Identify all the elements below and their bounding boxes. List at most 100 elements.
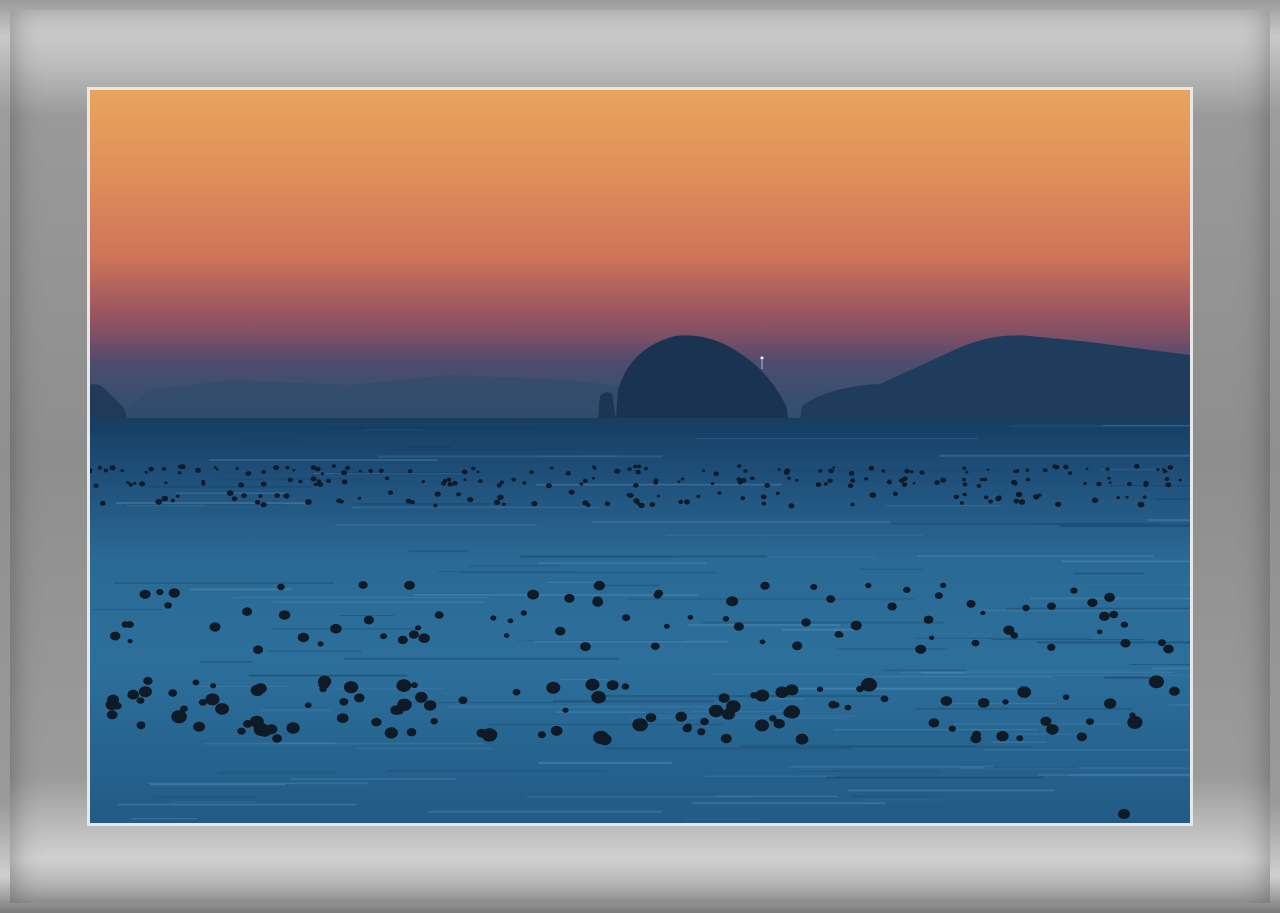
buoy bbox=[103, 468, 109, 473]
ripple bbox=[535, 483, 782, 486]
buoy bbox=[259, 726, 271, 737]
buoy bbox=[940, 477, 947, 483]
buoy bbox=[962, 477, 966, 482]
buoy bbox=[336, 498, 342, 504]
buoy bbox=[106, 710, 118, 720]
ripple bbox=[992, 741, 1047, 743]
buoy bbox=[1076, 732, 1087, 742]
ripple bbox=[1155, 498, 1190, 500]
buoy bbox=[934, 592, 943, 599]
buoy bbox=[737, 464, 742, 468]
ripple bbox=[248, 674, 408, 677]
buoy bbox=[537, 731, 546, 739]
buoy bbox=[1127, 481, 1132, 486]
buoy bbox=[1099, 611, 1110, 621]
ripple bbox=[885, 505, 1001, 507]
buoy bbox=[405, 498, 412, 504]
buoy bbox=[1165, 482, 1172, 488]
buoy bbox=[633, 464, 638, 469]
buoy bbox=[959, 501, 964, 505]
ripple bbox=[387, 770, 607, 772]
ripple bbox=[1151, 667, 1190, 670]
ripple bbox=[113, 581, 334, 584]
ripple bbox=[537, 562, 707, 564]
buoy bbox=[125, 621, 134, 628]
buoy bbox=[965, 470, 969, 474]
buoy bbox=[1143, 483, 1148, 488]
buoy bbox=[850, 478, 856, 483]
buoy bbox=[136, 721, 146, 730]
buoy bbox=[358, 581, 368, 589]
buoy bbox=[1067, 471, 1073, 475]
ripple bbox=[938, 702, 1057, 704]
buoy bbox=[1085, 467, 1089, 471]
ripple bbox=[826, 776, 1044, 779]
buoy bbox=[99, 500, 106, 506]
buoy bbox=[633, 483, 639, 488]
buoy bbox=[433, 503, 438, 508]
buoy bbox=[317, 641, 324, 647]
buoy bbox=[384, 727, 398, 739]
buoy bbox=[721, 708, 736, 720]
buoy bbox=[593, 580, 605, 591]
buoy bbox=[358, 469, 362, 473]
buoy bbox=[254, 683, 267, 694]
buoy bbox=[828, 468, 834, 474]
buoy bbox=[929, 635, 935, 640]
buoy bbox=[1013, 469, 1017, 473]
buoy bbox=[292, 469, 296, 472]
buoy bbox=[1105, 467, 1110, 471]
buoy bbox=[298, 479, 303, 484]
buoy bbox=[388, 490, 393, 495]
buoy bbox=[680, 477, 685, 481]
buoy bbox=[627, 467, 632, 471]
ripple bbox=[436, 571, 578, 572]
ripple bbox=[850, 795, 929, 797]
buoy bbox=[1129, 712, 1136, 718]
buoy bbox=[1070, 587, 1078, 594]
buoy bbox=[93, 483, 99, 488]
buoy bbox=[979, 477, 984, 482]
buoy bbox=[1178, 478, 1182, 482]
buoy bbox=[1137, 501, 1145, 508]
buoy bbox=[593, 730, 609, 745]
buoy bbox=[1040, 716, 1052, 726]
buoy bbox=[912, 482, 916, 485]
buoy bbox=[923, 615, 934, 624]
buoy bbox=[179, 464, 186, 470]
buoy bbox=[1164, 476, 1170, 481]
buoy bbox=[277, 583, 285, 591]
ripple bbox=[458, 572, 717, 574]
ripple bbox=[290, 778, 456, 780]
buoy bbox=[1120, 638, 1131, 648]
buoy bbox=[1120, 621, 1129, 628]
buoy bbox=[682, 724, 692, 733]
ripple bbox=[148, 782, 368, 785]
ripple bbox=[1014, 733, 1077, 735]
buoy bbox=[139, 589, 151, 599]
buoy bbox=[1104, 592, 1115, 602]
ripple bbox=[117, 803, 356, 806]
buoy bbox=[97, 465, 102, 470]
buoy bbox=[966, 600, 976, 608]
buoy bbox=[127, 639, 133, 644]
buoy bbox=[718, 693, 730, 703]
buoy bbox=[550, 725, 563, 736]
buoy bbox=[972, 730, 981, 739]
buoy bbox=[568, 489, 575, 495]
buoy bbox=[1109, 610, 1119, 619]
ripple bbox=[131, 818, 198, 820]
buoy bbox=[998, 495, 1002, 499]
ripple bbox=[331, 427, 534, 430]
buoy bbox=[761, 501, 767, 506]
ripple bbox=[1073, 572, 1145, 575]
buoy bbox=[909, 470, 914, 474]
buoy bbox=[1133, 463, 1140, 469]
buoy bbox=[677, 480, 681, 483]
buoy bbox=[755, 689, 770, 702]
buoy bbox=[893, 491, 898, 496]
buoy bbox=[243, 720, 253, 728]
buoy bbox=[1125, 495, 1129, 499]
ripple bbox=[150, 784, 286, 786]
ripple bbox=[555, 711, 647, 713]
